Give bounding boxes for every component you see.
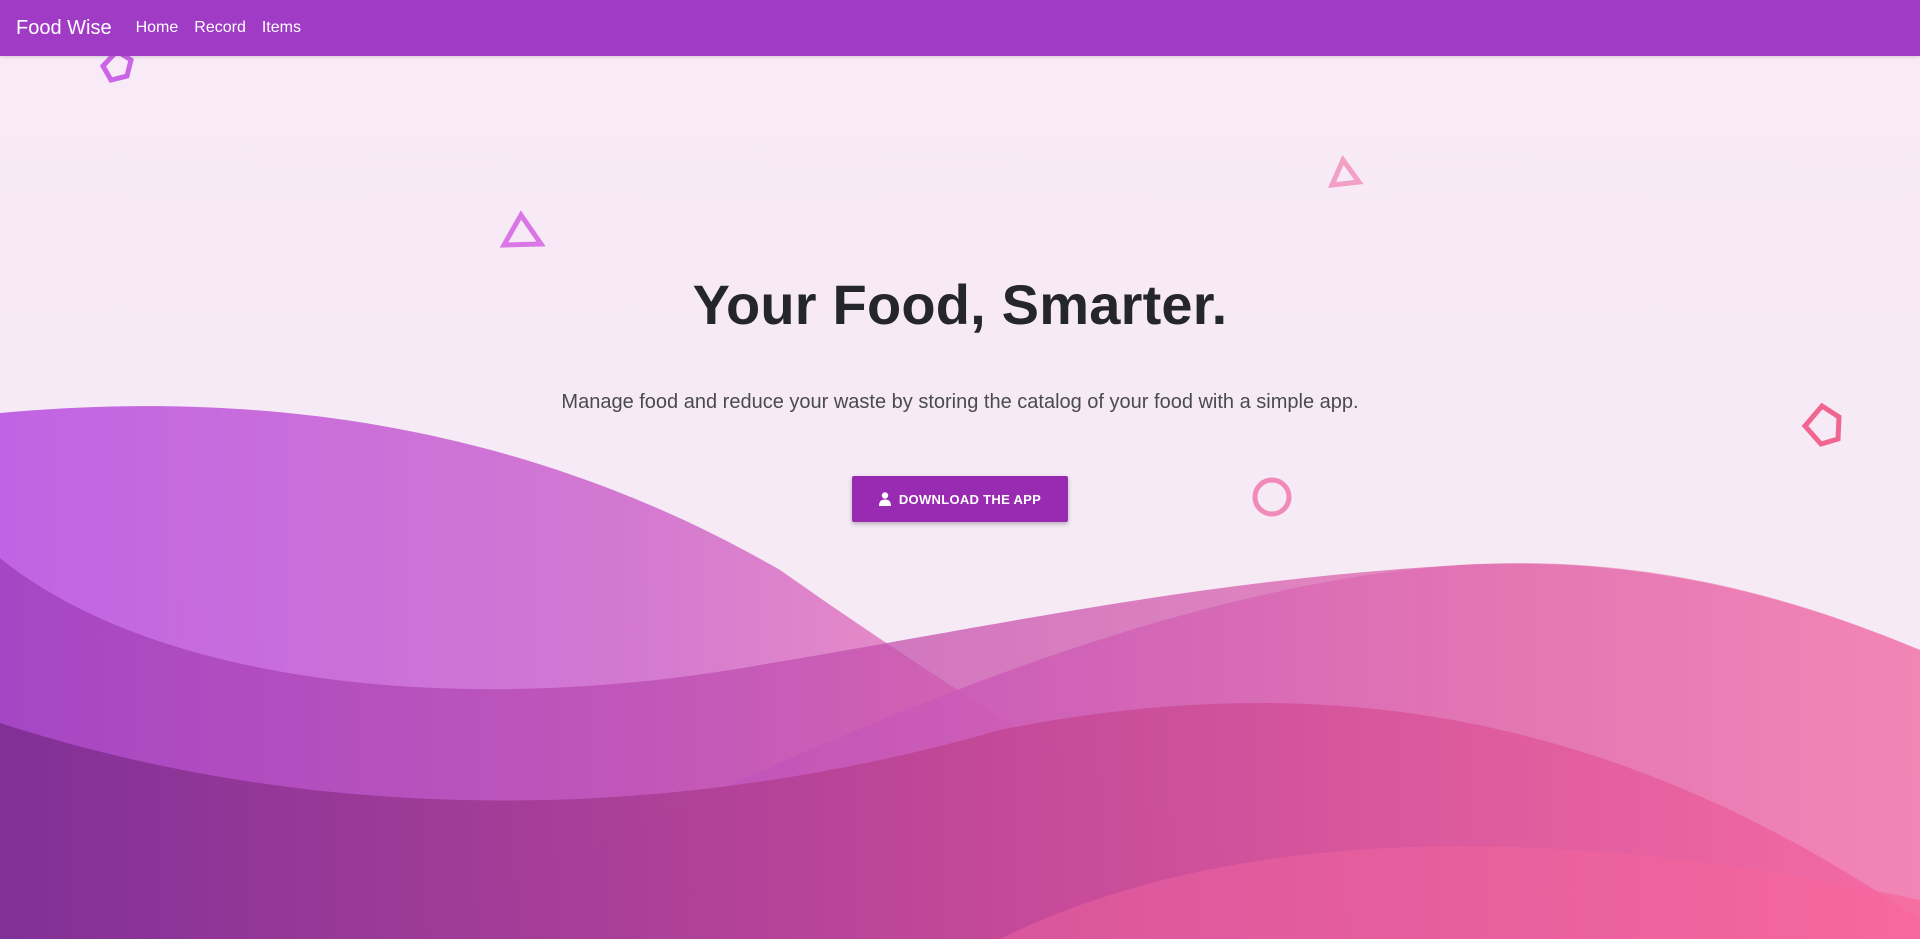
hero-subtitle: Manage food and reduce your waste by sto…	[561, 391, 1359, 413]
brand-link[interactable]: Food Wise	[16, 17, 112, 40]
nav-link-home[interactable]: Home	[136, 19, 179, 37]
nav-link-record[interactable]: Record	[194, 19, 246, 37]
nav-link-items[interactable]: Items	[262, 19, 301, 37]
user-icon	[878, 492, 891, 506]
download-app-button-label: DOWNLOAD THE APP	[898, 491, 1042, 507]
navbar: Food Wise Home Record Items	[0, 0, 1920, 56]
download-app-button[interactable]: DOWNLOAD THE APP	[852, 476, 1068, 522]
hero-title: Your Food, Smarter.	[692, 273, 1228, 336]
page: Food Wise Home Record Items Your Food, S…	[0, 0, 1920, 939]
wave-background	[0, 406, 1920, 939]
